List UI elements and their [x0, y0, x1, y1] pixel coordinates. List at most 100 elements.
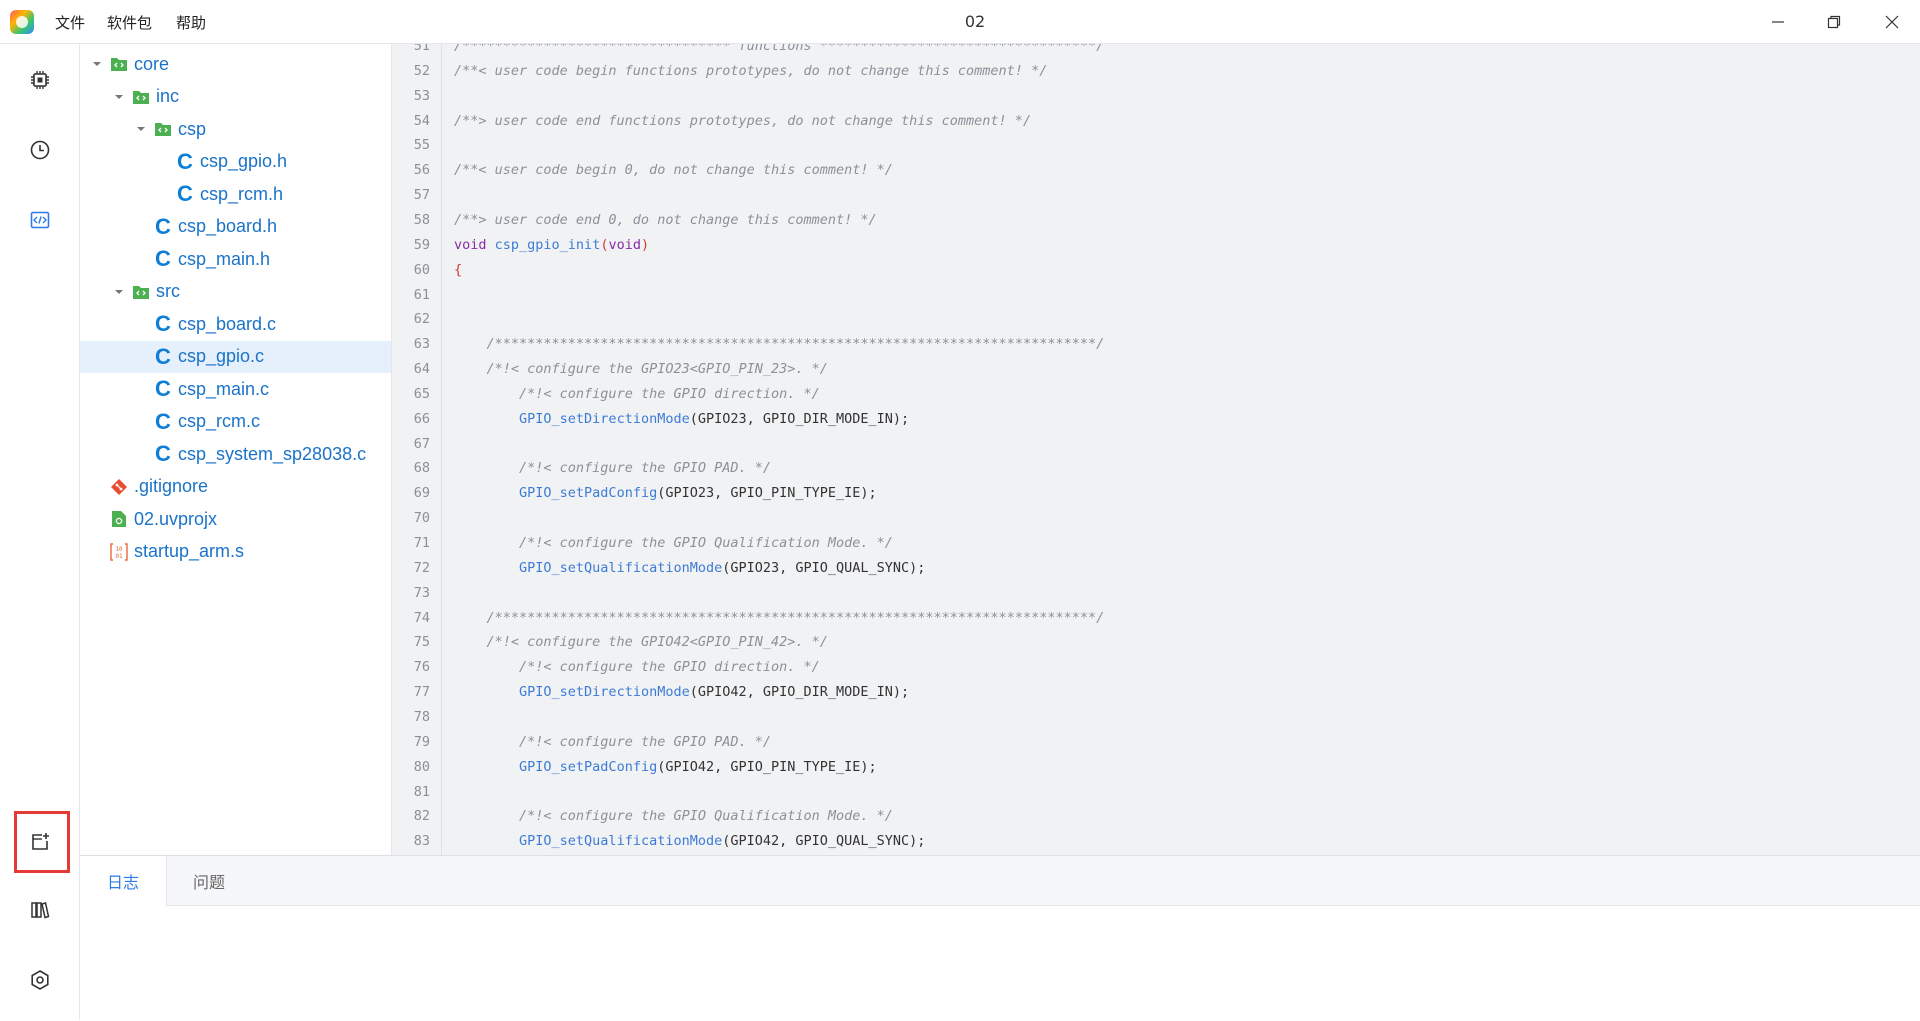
- tree-item[interactable]: 10 01 startup_arm.s: [80, 536, 391, 568]
- chevron-down-icon[interactable]: [114, 92, 124, 102]
- line-number: 59: [413, 236, 430, 253]
- line-number: 68: [413, 460, 430, 477]
- bottom-panel: 日志 问题: [80, 855, 1920, 1020]
- code-line[interactable]: 63 /************************************…: [392, 332, 1920, 356]
- line-number: 76: [413, 659, 430, 676]
- tree-item[interactable]: Ccsp_gpio.h: [80, 146, 391, 178]
- line-number: 73: [413, 584, 430, 601]
- tree-item[interactable]: csp: [80, 113, 391, 145]
- line-number: 80: [413, 758, 430, 775]
- tree-item[interactable]: Ccsp_board.h: [80, 211, 391, 243]
- code-line[interactable]: 61: [392, 283, 1920, 307]
- line-number: 82: [413, 808, 430, 825]
- tab-log[interactable]: 日志: [80, 856, 167, 906]
- code-text: void csp_gpio_init(void): [454, 236, 650, 253]
- code-text: GPIO_setDirectionMode(GPIO42, GPIO_DIR_M…: [519, 684, 910, 701]
- chevron-down-icon[interactable]: [92, 59, 102, 69]
- code-line[interactable]: 65 /*!< configure the GPIO direction. */: [392, 382, 1920, 406]
- code-line[interactable]: 56 /**< user code begin 0, do not change …: [392, 158, 1920, 182]
- code-line[interactable]: 71 /*!< configure the GPIO Qualification…: [392, 531, 1920, 555]
- code-line[interactable]: 76 /*!< configure the GPIO direction. */: [392, 655, 1920, 679]
- code-line[interactable]: 81: [392, 780, 1920, 804]
- code-line[interactable]: 55: [392, 133, 1920, 157]
- log-output: [80, 906, 1920, 1021]
- code-line[interactable]: 83 GPIO_setQualificationMode(GPIO42, GPI…: [392, 829, 1920, 853]
- code-line[interactable]: 58 /**> user code end 0, do not change th…: [392, 208, 1920, 232]
- line-number: 69: [413, 485, 430, 502]
- tree-item-label: core: [134, 53, 170, 74]
- tree-item[interactable]: Ccsp_main.c: [80, 373, 391, 405]
- code-line[interactable]: 82 /*!< configure the GPIO Qualification…: [392, 804, 1920, 828]
- code-line[interactable]: 73: [392, 581, 1920, 605]
- tree-item-label: csp: [178, 118, 207, 139]
- code-line[interactable]: 51 /********************************* fun…: [392, 44, 1920, 58]
- line-number: 53: [413, 87, 430, 104]
- title-bar: 文件 软件包 帮助 02: [0, 0, 1920, 44]
- tree-item[interactable]: Ccsp_system_sp28038.c: [80, 438, 391, 470]
- tree-item[interactable]: core: [80, 48, 391, 80]
- code-line[interactable]: 70: [392, 506, 1920, 530]
- code-line[interactable]: 78: [392, 705, 1920, 729]
- tree-item[interactable]: Ccsp_rcm.c: [80, 406, 391, 438]
- minimize-button[interactable]: [1750, 0, 1806, 44]
- tree-item[interactable]: Ccsp_gpio.c: [80, 340, 391, 373]
- tab-problems[interactable]: 问题: [166, 856, 252, 906]
- tree-item[interactable]: .gitignore: [80, 471, 391, 503]
- tree-item[interactable]: Ccsp_rcm.h: [80, 178, 391, 210]
- code-line[interactable]: 60 {: [392, 258, 1920, 282]
- code-line[interactable]: 59 void csp_gpio_init(void): [392, 233, 1920, 257]
- tree-item[interactable]: src: [80, 276, 391, 308]
- line-number: 57: [413, 187, 430, 204]
- code-line[interactable]: 64 /*!< configure the GPIO23<GPIO_PIN_23…: [392, 357, 1920, 381]
- chevron-down-icon[interactable]: [136, 124, 146, 134]
- code-folder-icon: [154, 120, 172, 138]
- restore-icon: [1827, 15, 1841, 29]
- code-line[interactable]: 62: [392, 307, 1920, 331]
- code-line[interactable]: 66 GPIO_setDirectionMode(GPIO23, GPIO_DI…: [392, 407, 1920, 431]
- line-number: 58: [413, 211, 430, 228]
- code-line[interactable]: 52 /**< user code begin functions prototy…: [392, 59, 1920, 83]
- books-icon: [31, 902, 50, 919]
- code-text: /**< user code begin 0, do not change th…: [454, 162, 893, 179]
- code-text: /**> user code end 0, do not change this…: [454, 211, 877, 228]
- file-explorer: core inc csp Ccsp_gpio.h Ccsp_rcm.h Ccsp_boar…: [80, 44, 392, 855]
- tree-item[interactable]: inc: [80, 81, 391, 113]
- code-text: /********************************* funct…: [454, 44, 1105, 54]
- restore-button[interactable]: [1806, 0, 1862, 44]
- code-line[interactable]: 68 /*!< configure the GPIO PAD. */: [392, 456, 1920, 480]
- library-button[interactable]: [20, 890, 60, 930]
- code-line[interactable]: 72 GPIO_setQualificationMode(GPIO23, GPI…: [392, 556, 1920, 580]
- line-number: 74: [413, 609, 430, 626]
- tree-item[interactable]: 02.uvprojx: [80, 503, 391, 535]
- project-file-icon: [110, 510, 128, 528]
- tree-item-label: csp_main.h: [178, 248, 271, 269]
- code-line[interactable]: 75 /*!< configure the GPIO42<GPIO_PIN_42…: [392, 630, 1920, 654]
- code-line[interactable]: 69 GPIO_setPadConfig(GPIO23, GPIO_PIN_TY…: [392, 481, 1920, 505]
- code-line[interactable]: 77 GPIO_setDirectionMode(GPIO42, GPIO_DI…: [392, 680, 1920, 704]
- c-file-icon: C: [155, 213, 171, 239]
- line-number: 66: [413, 410, 430, 427]
- asm-file-icon: 10 01: [110, 542, 128, 561]
- tree-item[interactable]: Ccsp_board.c: [80, 308, 391, 340]
- code-line[interactable]: 79 /*!< configure the GPIO PAD. */: [392, 730, 1920, 754]
- close-button[interactable]: [1864, 0, 1920, 44]
- code-line[interactable]: 57: [392, 183, 1920, 207]
- window-title: 02: [964, 12, 986, 31]
- code-line[interactable]: 80 GPIO_setPadConfig(GPIO42, GPIO_PIN_TY…: [392, 755, 1920, 779]
- code-line[interactable]: 67: [392, 432, 1920, 456]
- chevron-down-icon[interactable]: [114, 287, 124, 297]
- tree-item-label: .gitignore: [134, 476, 209, 496]
- line-number: 60: [413, 261, 430, 278]
- close-icon: [1885, 15, 1899, 29]
- code-line[interactable]: 54 /**> user code end functions prototype…: [392, 109, 1920, 133]
- settings-button[interactable]: [20, 960, 60, 1000]
- history-button[interactable]: [20, 130, 60, 170]
- tree-item[interactable]: Ccsp_main.h: [80, 243, 391, 275]
- chip-button[interactable]: [20, 60, 60, 100]
- code-line[interactable]: 74 /************************************…: [392, 606, 1920, 630]
- line-number: 64: [413, 361, 430, 378]
- code-button[interactable]: [20, 200, 60, 240]
- code-line[interactable]: 53: [392, 84, 1920, 108]
- code-editor[interactable]: 51 /********************************* fun…: [392, 44, 1920, 855]
- tree-item-label: csp_gpio.h: [200, 151, 288, 171]
